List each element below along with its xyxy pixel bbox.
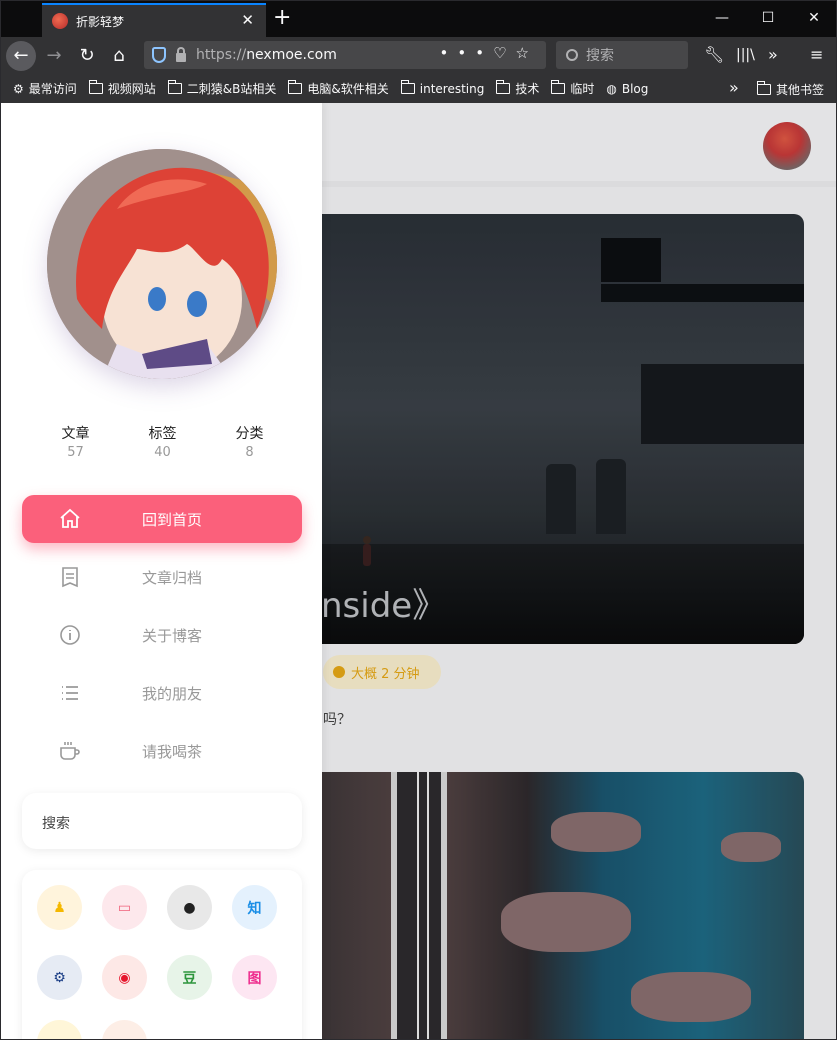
bookmark-most-visited[interactable]: ⚙ 最常访问	[13, 80, 77, 97]
home-button[interactable]: ⌂	[104, 41, 134, 71]
overflow-chevron-icon[interactable]: »	[768, 41, 778, 69]
sidebar-search-input[interactable]: 搜索	[22, 793, 302, 849]
menu-item-about[interactable]: 关于博客	[22, 611, 302, 659]
minimize-button[interactable]: —	[699, 1, 745, 37]
lock-icon[interactable]	[176, 46, 186, 62]
tab-bar: 折影轻梦 ✕ + — ☐ ✕	[1, 1, 836, 37]
bookmark-folder[interactable]: 电脑&软件相关	[288, 80, 389, 97]
bookmarks-overflow-icon[interactable]: »	[729, 78, 739, 97]
douban-icon[interactable]: 豆	[167, 955, 212, 1000]
page-content: nside》 大概 2 分钟 吗？ 文章 57 标签 40 分类 8 回到首页 …	[1, 103, 836, 1039]
bookmark-folder[interactable]: 视频网站	[88, 80, 156, 97]
gear-icon: ⚙	[13, 81, 24, 96]
zhihu-icon[interactable]: 知	[232, 885, 277, 930]
nav-bar: ← → ↻ ⌂ https://nexmoe.com •••♡☆ 搜索 🔧︎ |…	[1, 37, 836, 74]
wrench-icon[interactable]: 🔧︎	[704, 41, 724, 69]
menu-item-donate[interactable]: 请我喝茶	[22, 727, 302, 775]
info-icon	[60, 625, 80, 645]
bilibili-icon[interactable]: ▭	[102, 885, 147, 930]
site-favicon	[52, 13, 68, 29]
avatar-illustration	[47, 149, 277, 379]
menu-item-archive[interactable]: 文章归档	[22, 553, 302, 601]
sidebar-backdrop[interactable]	[321, 103, 836, 1039]
address-bar[interactable]: https://nexmoe.com •••♡☆	[144, 41, 546, 69]
forward-button[interactable]: →	[39, 41, 69, 71]
stat-tags[interactable]: 标签 40	[119, 423, 206, 460]
active-tab[interactable]: 折影轻梦 ✕	[42, 3, 266, 37]
new-tab-button[interactable]: +	[273, 5, 291, 31]
sidebar-menu: 回到首页 文章归档 关于博客 我的朋友 请我喝茶	[22, 495, 302, 785]
back-button[interactable]: ←	[6, 41, 36, 71]
search-icon	[566, 49, 578, 61]
stat-posts[interactable]: 文章 57	[32, 423, 119, 460]
bookmark-star-icon[interactable]: ☆	[516, 44, 538, 62]
more-actions-icon[interactable]: •••	[440, 44, 494, 62]
tab-title: 折影轻梦	[76, 14, 125, 29]
bookmark-folder[interactable]: 二刺猿&B站相关	[167, 80, 276, 97]
bookmark-folder[interactable]: interesting	[400, 80, 484, 96]
url-host: nexmoe.com	[246, 47, 337, 63]
bookmark-blog[interactable]: ◍ Blog	[606, 82, 648, 96]
profile-avatar[interactable]	[47, 149, 277, 379]
archive-icon	[62, 567, 78, 588]
browser-search-box[interactable]: 搜索	[556, 41, 688, 69]
globe-icon: ◍	[606, 81, 617, 96]
list-icon	[62, 686, 78, 700]
folder-icon	[400, 80, 415, 94]
bookmark-folder[interactable]: 临时	[551, 80, 594, 97]
library-icon[interactable]: |||\	[736, 41, 755, 69]
menu-item-friends[interactable]: 我的朋友	[22, 669, 302, 717]
folder-icon	[167, 80, 182, 94]
url-protocol: https://	[196, 47, 247, 63]
browser-window: 折影轻梦 ✕ + — ☐ ✕ ← → ↻ ⌂ https://nexmoe.co…	[0, 0, 837, 1040]
steam-icon[interactable]: ⚙	[37, 955, 82, 1000]
page-actions[interactable]: •••♡☆	[440, 44, 538, 62]
qq-icon[interactable]: ♟	[37, 885, 82, 930]
social-links: ♟ ▭ ● 知 ⚙ ◉ 豆 图	[22, 870, 302, 1039]
bookmark-folder[interactable]: 技术	[496, 80, 539, 97]
reload-button[interactable]: ↻	[72, 41, 102, 71]
maximize-button[interactable]: ☐	[745, 1, 791, 37]
social-icon[interactable]	[102, 1020, 147, 1039]
bookmark-other[interactable]: 其他书签	[757, 81, 824, 98]
menu-hamburger-icon[interactable]: ≡	[810, 41, 823, 69]
blog-stats: 文章 57 标签 40 分类 8	[1, 423, 322, 460]
folder-icon	[288, 80, 303, 94]
github-icon[interactable]: ●	[167, 885, 212, 930]
pocket-icon[interactable]: ♡	[493, 44, 515, 62]
folder-icon	[88, 80, 103, 94]
coffee-icon	[60, 742, 80, 760]
tracking-shield-icon[interactable]	[152, 47, 166, 63]
social-icon[interactable]	[37, 1020, 82, 1039]
close-window-button[interactable]: ✕	[791, 1, 836, 37]
bookmarks-bar: ⚙ 最常访问 视频网站 二刺猿&B站相关 电脑&软件相关 interesting …	[1, 74, 836, 103]
folder-icon	[757, 81, 771, 95]
menu-item-home[interactable]: 回到首页	[22, 495, 302, 543]
folder-icon	[496, 80, 511, 94]
search-placeholder: 搜索	[586, 48, 614, 64]
stat-categories[interactable]: 分类 8	[206, 423, 293, 460]
sidebar-drawer: 文章 57 标签 40 分类 8 回到首页 文章归档 关于博客 我的朋友 请我喝…	[1, 103, 322, 1039]
close-tab-icon[interactable]: ✕	[241, 11, 254, 29]
home-icon	[60, 508, 80, 528]
weibo-icon[interactable]: ◉	[102, 955, 147, 1000]
folder-icon	[551, 80, 566, 94]
pixiv-icon[interactable]: 图	[232, 955, 277, 1000]
